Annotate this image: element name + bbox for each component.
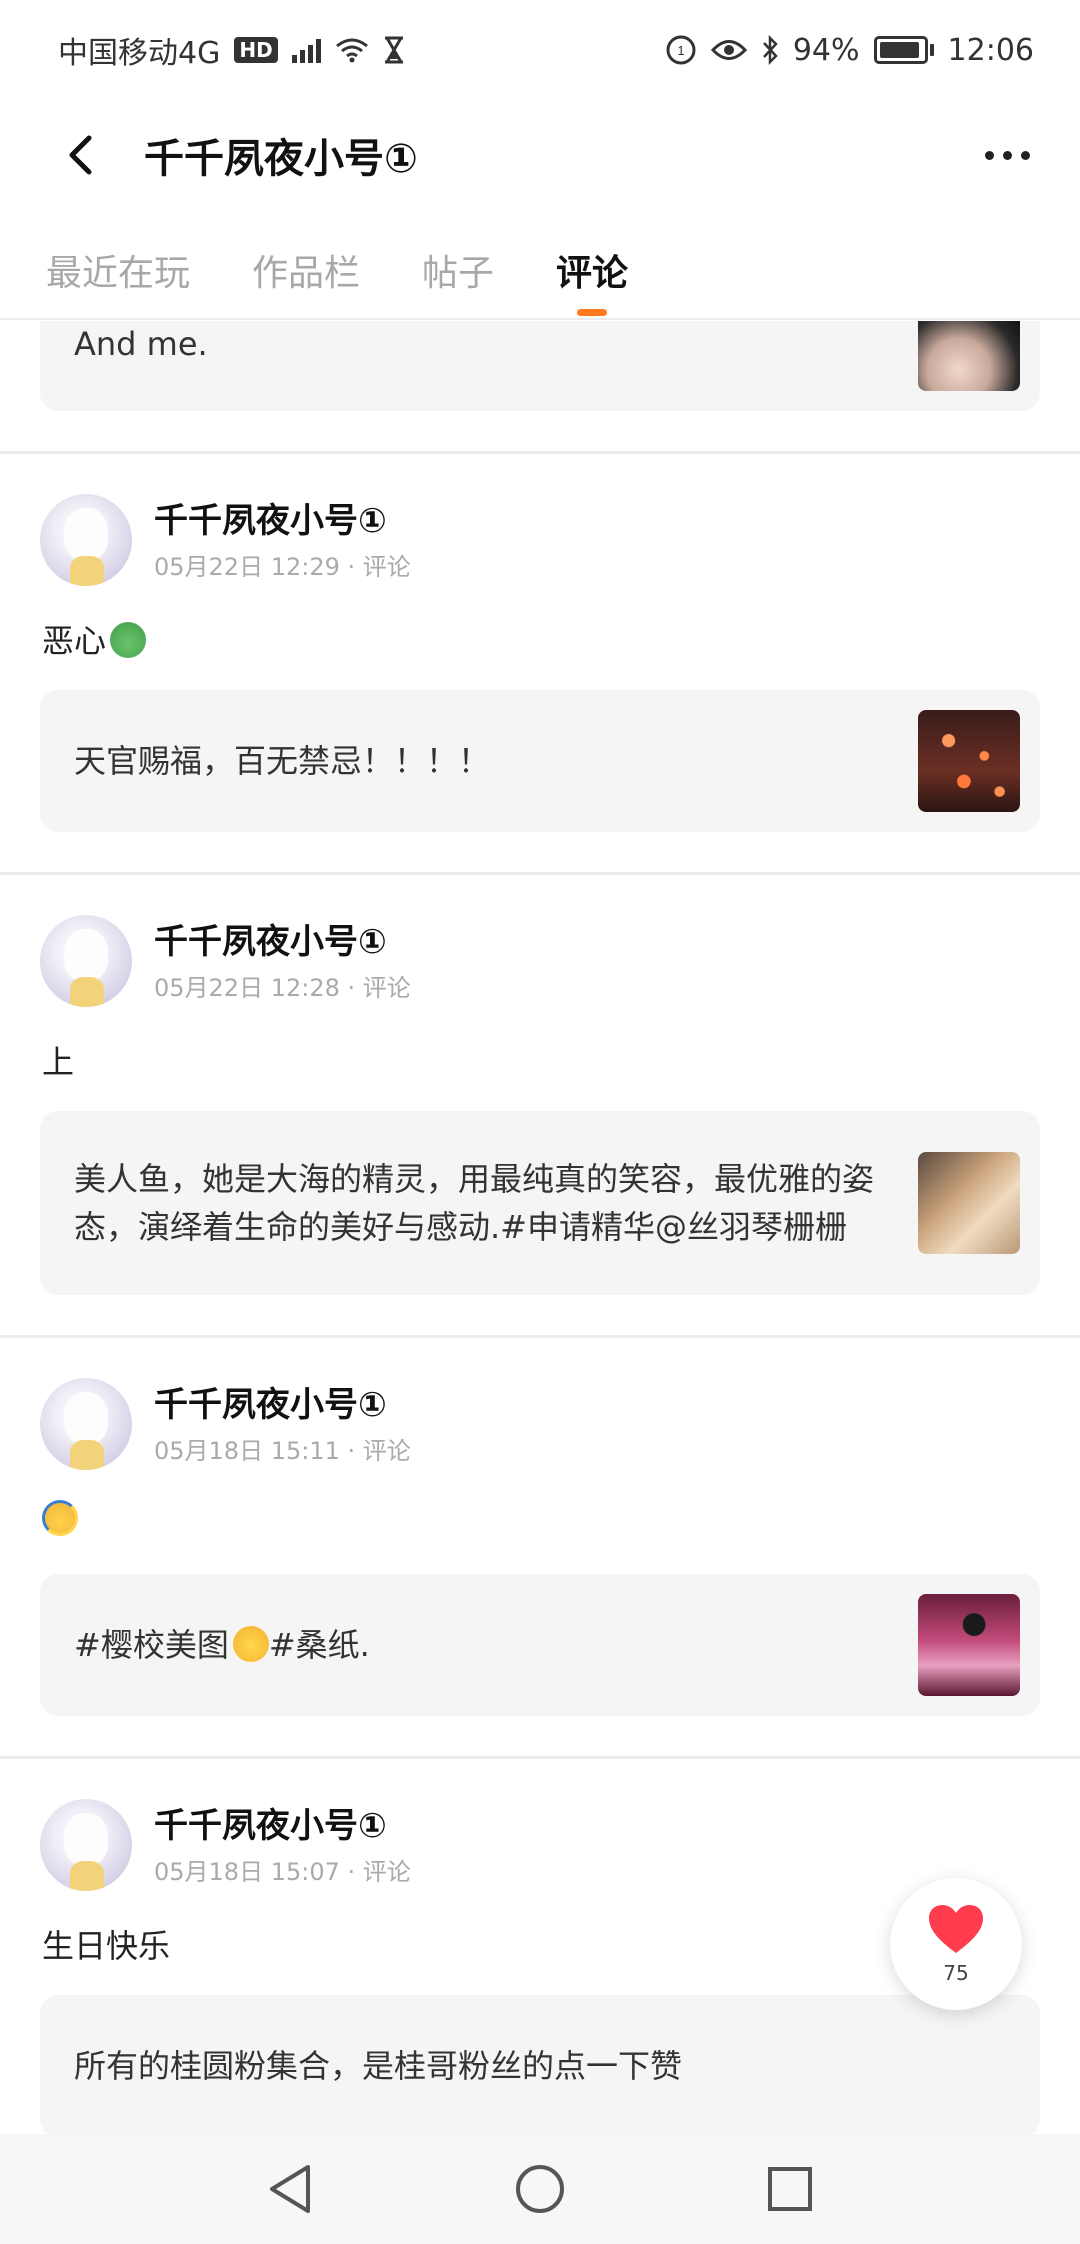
nauseated-face-icon	[110, 622, 147, 658]
author-name[interactable]: 千千夙夜小号①	[154, 1804, 411, 1848]
like-button[interactable]: 75	[890, 1878, 1022, 2010]
status-bar: 中国移动4G HD 1 94% 12:06	[0, 0, 1080, 100]
author-name[interactable]: 千千夙夜小号①	[154, 1383, 411, 1427]
system-navigation-bar	[0, 2134, 1080, 2244]
comment-header: 千千夙夜小号① 05月18日 15:11 · 评论	[0, 1338, 1080, 1470]
profile-tabs: 最近在玩 作品栏 帖子 评论	[0, 210, 1080, 320]
avatar[interactable]	[40, 1378, 132, 1470]
comment-meta: 05月22日 12:28 · 评论	[154, 973, 411, 1002]
more-options-button[interactable]	[985, 150, 1030, 160]
comment-text: 恶心	[0, 586, 1080, 676]
dot-icon	[1003, 150, 1012, 160]
carrier-label: 中国移动4G	[58, 36, 221, 71]
quoted-post-text: 所有的桂圆粉集合，是桂哥粉丝的点一下赞	[74, 2047, 683, 2085]
comment-text: 上	[42, 1043, 75, 1081]
tab-recently-played[interactable]: 最近在玩	[46, 210, 190, 318]
comment-meta: 05月18日 15:07 · 评论	[154, 1857, 411, 1886]
comment-header: 千千夙夜小号① 05月18日 15:07 · 评论	[0, 1759, 1080, 1891]
home-circle-icon[interactable]	[514, 2163, 566, 2215]
tab-works[interactable]: 作品栏	[252, 210, 360, 318]
quoted-post-text: #樱校美图 #桑纸.	[74, 1626, 370, 1664]
dot-icon	[985, 150, 994, 160]
quoted-post-card[interactable]: And me.	[40, 321, 1040, 411]
battery-percent: 94%	[792, 32, 860, 68]
back-button[interactable]	[60, 125, 100, 185]
comment-meta: 05月18日 15:11 · 评论	[154, 1436, 411, 1465]
comment-meta: 05月22日 12:29 · 评论	[154, 552, 411, 581]
top-nav: 千千夙夜小号①	[0, 100, 1080, 210]
hourglass-icon	[384, 36, 403, 64]
back-triangle-icon[interactable]	[266, 2163, 314, 2215]
avatar[interactable]	[40, 494, 132, 586]
recents-square-icon[interactable]	[766, 2165, 814, 2213]
sweat-face-icon	[42, 1500, 78, 1536]
quoted-post-card[interactable]: 美人鱼，她是大海的精灵，用最纯真的笑容，最优雅的姿态，演绎着生命的美好与感动.#…	[40, 1111, 1040, 1295]
post-thumbnail	[918, 1594, 1020, 1696]
post-thumbnail	[918, 710, 1020, 812]
avatar[interactable]	[40, 1799, 132, 1891]
post-thumbnail	[918, 321, 1020, 391]
battery-icon	[873, 36, 934, 64]
status-left: 中国移动4G HD	[58, 28, 405, 72]
status-right: 1 94% 12:06	[665, 33, 1034, 68]
comment-item: 千千夙夜小号① 05月18日 15:11 · 评论 #樱校美图 #桑纸.	[0, 1338, 1080, 1759]
svg-text:1: 1	[677, 43, 684, 58]
comment-header: 千千夙夜小号① 05月22日 12:29 · 评论	[0, 454, 1080, 586]
comment-item: 千千夙夜小号① 05月22日 12:28 · 评论 上 美人鱼，她是大海的精灵，…	[0, 875, 1080, 1338]
comment-feed: And me. 千千夙夜小号① 05月22日 12:29 · 评论 恶心 天官赐…	[0, 321, 1080, 2134]
quoted-post-card[interactable]: 所有的桂圆粉集合，是桂哥粉丝的点一下赞	[40, 1995, 1040, 2134]
quoted-post-text: 天官赐福，百无禁忌！！！！	[74, 742, 491, 780]
dot-icon	[1021, 150, 1030, 160]
post-thumbnail	[918, 1152, 1020, 1254]
avatar[interactable]	[40, 915, 132, 1007]
quoted-post-card[interactable]: 天官赐福，百无禁忌！！！！	[40, 690, 1040, 832]
eye-comfort-icon	[710, 40, 747, 60]
signal-icon	[291, 37, 321, 63]
partial-comment-item: And me.	[0, 321, 1080, 454]
author-name[interactable]: 千千夙夜小号①	[154, 920, 411, 964]
quoted-post-card[interactable]: #樱校美图 #桑纸.	[40, 1574, 1040, 1716]
data-saver-icon: 1	[666, 35, 696, 65]
bluetooth-icon	[762, 35, 778, 65]
quoted-post-text: And me.	[74, 325, 208, 363]
quoted-post-text: 美人鱼，她是大海的精灵，用最纯真的笑容，最优雅的姿态，演绎着生命的美好与感动.#…	[74, 1160, 875, 1246]
comment-text	[0, 1470, 1080, 1560]
author-name[interactable]: 千千夙夜小号①	[154, 499, 411, 543]
woozy-face-icon	[232, 1626, 269, 1662]
clock: 12:06	[947, 32, 1034, 68]
comment-item: 千千夙夜小号① 05月22日 12:29 · 评论 恶心 天官赐福，百无禁忌！！…	[0, 454, 1080, 875]
chevron-left-icon	[69, 135, 92, 175]
tab-comments[interactable]: 评论	[556, 210, 628, 318]
heart-icon	[929, 1905, 983, 1953]
tab-posts[interactable]: 帖子	[422, 210, 494, 318]
like-count: 75	[943, 1961, 969, 1985]
wifi-icon	[335, 38, 368, 63]
page-title: 千千夙夜小号①	[144, 136, 418, 182]
hd-badge: HD	[234, 37, 278, 63]
comment-header: 千千夙夜小号① 05月22日 12:28 · 评论	[0, 875, 1080, 1007]
